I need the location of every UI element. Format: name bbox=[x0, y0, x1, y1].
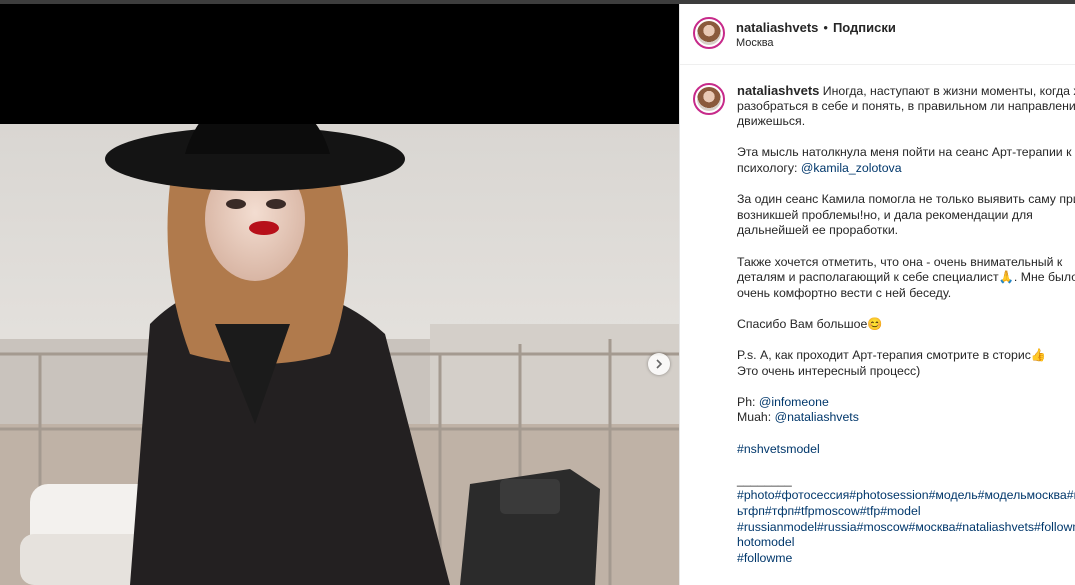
hashtag-link[interactable]: #followme bbox=[737, 551, 792, 565]
caption-text: Эта мысль натолкнула меня пойти на сеанс… bbox=[737, 145, 1072, 160]
profile-avatar-image bbox=[697, 21, 721, 45]
chevron-right-icon bbox=[656, 359, 663, 369]
caption-text: Также хочется отметить, что она - очень … bbox=[737, 254, 1063, 269]
letterbox-area bbox=[0, 4, 679, 124]
mention-link[interactable]: @kamila_zolotova bbox=[801, 161, 902, 175]
caption-avatar[interactable] bbox=[693, 83, 725, 115]
next-photo-button[interactable] bbox=[648, 353, 670, 375]
mention-link[interactable]: @infomeone bbox=[759, 395, 829, 409]
caption-text: P.s. А, как проходит Арт-терапия смотрит… bbox=[737, 348, 1047, 363]
hashtag-link[interactable]: #photo#фотосессия#photosession#модель#мо… bbox=[737, 488, 1075, 502]
hashtag-link[interactable]: hotomodel bbox=[737, 535, 794, 549]
caption-text: Это очень интересный процесс) bbox=[737, 363, 921, 378]
hashtag-link[interactable]: ьтфп#тфп#tfpmoscow#tfp#model bbox=[737, 504, 921, 518]
caption-text: За один сеанс Камила помогла не только в… bbox=[737, 192, 1075, 207]
profile-avatar-image bbox=[697, 87, 721, 111]
caption-text: деталям и располагающий к себе специалис… bbox=[737, 270, 1075, 285]
header-title: nataliashvets • Подписки bbox=[736, 20, 896, 35]
caption-text: Ph: bbox=[737, 394, 759, 409]
avatar[interactable] bbox=[693, 17, 725, 49]
header-username[interactable]: nataliashvets bbox=[736, 20, 818, 35]
following-button[interactable]: Подписки bbox=[833, 20, 896, 35]
caption-text: Спасибо Вам большое😊 bbox=[737, 316, 883, 331]
caption-username[interactable]: nataliashvets bbox=[737, 83, 819, 98]
caption-text: разобраться в себе и понять, в правильно… bbox=[737, 98, 1075, 113]
caption-text: психологу: bbox=[737, 160, 801, 175]
post-sidebar: nataliashvets • Подписки Москва nataliashv… bbox=[679, 4, 1075, 585]
caption-text: движешься. bbox=[737, 114, 806, 129]
hashtag-link[interactable]: #russianmodel#russia#moscow#москва#natal… bbox=[737, 520, 1075, 534]
post-photo[interactable] bbox=[0, 124, 679, 585]
caption-divider: ________ bbox=[737, 472, 792, 487]
hashtag-link[interactable]: #nshvetsmodel bbox=[737, 442, 820, 456]
photo-illustration bbox=[0, 124, 679, 585]
caption-text: возникшей проблемы!но, и дала рекомендац… bbox=[737, 207, 1033, 222]
caption-text: очень комфортно вести с ней беседу. bbox=[737, 285, 952, 300]
location-link[interactable]: Москва bbox=[736, 37, 774, 49]
caption-text: Muah: bbox=[737, 410, 775, 425]
header-separator: • bbox=[823, 20, 828, 35]
post-header: nataliashvets • Подписки Москва bbox=[680, 4, 1075, 65]
caption-text: Иногда, наступают в жизни моменты, когда… bbox=[822, 84, 1075, 98]
caption-text: дальнейшей ее проработки. bbox=[737, 223, 899, 238]
mention-link[interactable]: @nataliashvets bbox=[775, 410, 859, 424]
post-caption: nataliashvets Иногда, наступают в жизни … bbox=[737, 83, 1075, 566]
